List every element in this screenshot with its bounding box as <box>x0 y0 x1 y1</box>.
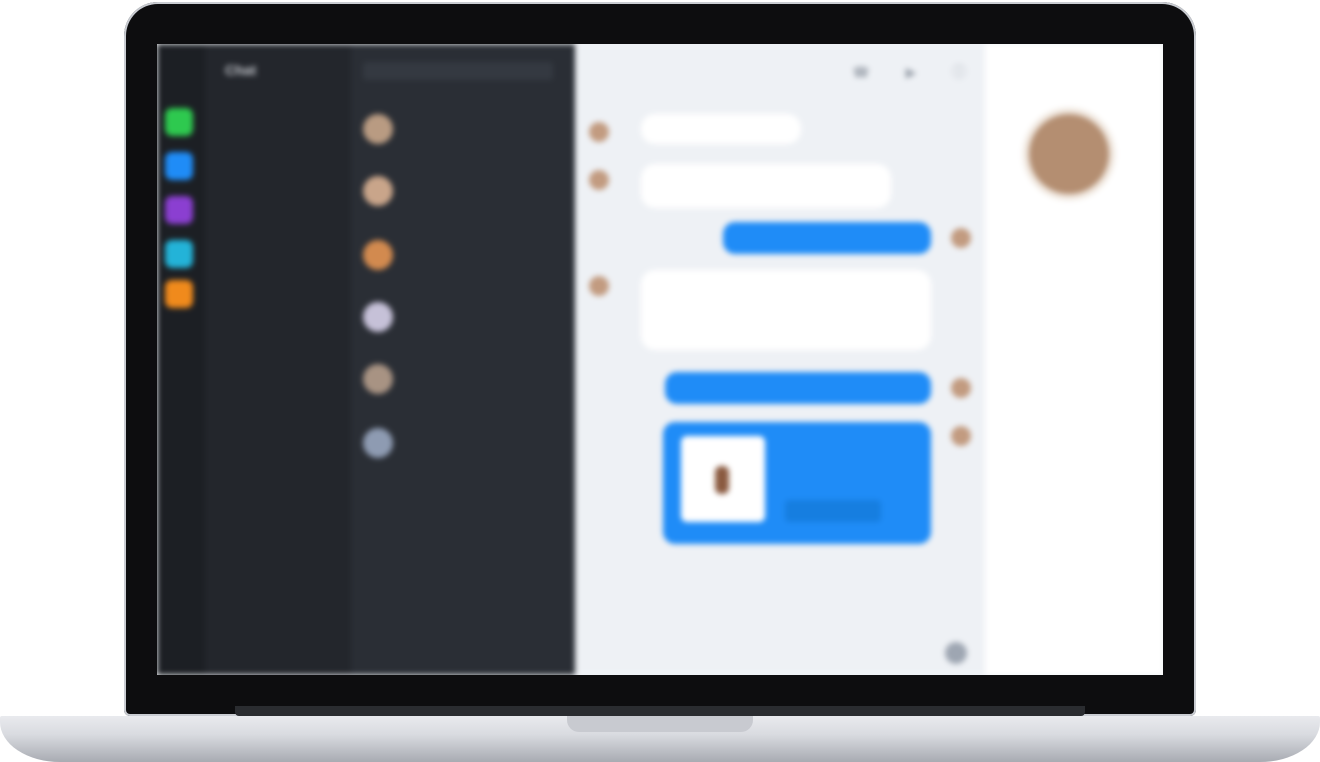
menu-item[interactable] <box>219 406 329 422</box>
detail-row <box>1005 282 1145 300</box>
contact-avatar <box>1029 114 1109 194</box>
rail-app-orange[interactable] <box>165 280 193 308</box>
conversation-list <box>351 44 575 675</box>
message-composer[interactable] <box>575 634 985 675</box>
avatar <box>363 176 393 206</box>
send-icon[interactable] <box>945 642 967 664</box>
menu-item[interactable] <box>219 378 329 394</box>
sidebar-menu: Chat <box>205 44 351 675</box>
laptop-screen: Chat ☎ ▶ ⓘ <box>157 44 1163 675</box>
conversation-search[interactable] <box>363 62 553 80</box>
rail-app-green[interactable] <box>165 108 193 136</box>
conversation-item[interactable] <box>359 106 565 152</box>
user-avatar <box>951 426 971 446</box>
brand-name: Chat <box>225 62 257 78</box>
conversation-item[interactable] <box>359 294 565 340</box>
app-rail <box>157 44 205 675</box>
avatar <box>363 240 393 270</box>
avatar <box>363 114 393 144</box>
message-bubble <box>641 114 801 144</box>
info-icon[interactable]: ⓘ <box>949 62 969 82</box>
product-figure <box>715 466 729 494</box>
detail-row <box>1005 410 1145 428</box>
video-icon[interactable]: ▶ <box>901 62 921 82</box>
menu-item[interactable] <box>219 232 329 248</box>
detail-row <box>1005 314 1145 332</box>
sender-avatar <box>589 122 609 142</box>
menu-item[interactable] <box>219 184 329 200</box>
chat-app: Chat ☎ ▶ ⓘ <box>157 44 1163 675</box>
menu-item[interactable] <box>219 112 329 128</box>
conversation-item[interactable] <box>359 420 565 466</box>
avatar <box>363 428 393 458</box>
laptop-notch <box>567 716 753 732</box>
rail-app-cyan[interactable] <box>165 240 193 268</box>
menu-item[interactable] <box>219 274 329 290</box>
user-avatar <box>951 228 971 248</box>
menu-item[interactable] <box>219 304 329 320</box>
chat-header: ☎ ▶ ⓘ <box>575 44 985 100</box>
user-avatar <box>951 378 971 398</box>
conversation-item[interactable] <box>359 356 565 402</box>
message-bubble <box>723 222 931 254</box>
conversation-item[interactable] <box>359 168 565 214</box>
chat-panel: ☎ ▶ ⓘ <box>575 44 985 675</box>
message-bubble <box>665 372 931 404</box>
product-image <box>681 436 765 522</box>
message-bubble <box>641 164 891 208</box>
conversation-item[interactable] <box>359 232 565 278</box>
menu-item[interactable] <box>219 138 329 154</box>
product-button[interactable] <box>785 500 881 522</box>
detail-row <box>1005 346 1145 364</box>
product-card[interactable] <box>663 422 931 544</box>
message-bubble <box>641 270 931 350</box>
phone-icon[interactable]: ☎ <box>851 62 871 82</box>
laptop-hinge <box>235 706 1085 716</box>
avatar <box>363 364 393 394</box>
avatar <box>363 302 393 332</box>
detail-row <box>1005 378 1145 396</box>
menu-item[interactable] <box>219 328 329 344</box>
rail-app-blue[interactable] <box>165 152 193 180</box>
sender-avatar <box>589 276 609 296</box>
sender-avatar <box>589 170 609 190</box>
contact-details-panel <box>985 44 1163 675</box>
rail-app-purple[interactable] <box>165 196 193 224</box>
